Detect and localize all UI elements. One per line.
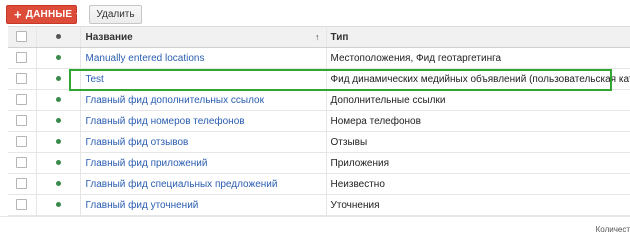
row-checkbox[interactable]: [16, 52, 28, 64]
feed-name-link[interactable]: Manually entered locations: [86, 53, 205, 64]
feed-name-link[interactable]: Главный фид отзывов: [86, 137, 189, 148]
status-dot-icon: [55, 34, 61, 40]
feed-type: Фид динамических медийных объявлений (по…: [326, 68, 630, 90]
status-dot-icon: [55, 97, 61, 103]
row-count-label: Количест: [595, 225, 630, 234]
status-dot-icon: [55, 139, 61, 145]
status-dot-icon: [55, 181, 61, 187]
status-dot-icon: [55, 55, 61, 61]
row-checkbox[interactable]: [16, 94, 28, 106]
feed-type: Уточнения: [326, 194, 630, 216]
select-all-checkbox[interactable]: [16, 31, 28, 43]
table-row: Главный фид уточнений Уточнения: [8, 194, 630, 216]
feed-name-link[interactable]: Главный фид уточнений: [86, 200, 199, 211]
feeds-table: Название ↑ Тип Manually entered location…: [8, 26, 630, 216]
feed-type: Дополнительные ссылки: [326, 89, 630, 111]
row-checkbox[interactable]: [16, 73, 28, 85]
table-row: Manually entered locations Местоположени…: [8, 47, 630, 69]
table-row: Главный фид отзывов Отзывы: [8, 131, 630, 153]
feed-type: Неизвестно: [326, 173, 630, 195]
sort-ascending-icon: ↑: [315, 32, 320, 42]
select-all-cell: [8, 26, 37, 48]
feed-type: Приложения: [326, 152, 630, 174]
row-checkbox[interactable]: [16, 115, 28, 127]
table-row: Главный фид номеров телефонов Номера тел…: [8, 110, 630, 132]
data-menu-button[interactable]: + ДАННЫЕ: [6, 5, 83, 24]
data-menu-label: ДАННЫЕ: [25, 9, 73, 20]
chevron-down-icon: [76, 12, 83, 17]
table-row: Test Фид динамических медийных объявлени…: [8, 68, 630, 90]
plus-icon: +: [14, 7, 22, 22]
status-column-header[interactable]: [36, 26, 81, 48]
row-checkbox[interactable]: [16, 199, 28, 211]
table-row: Главный фид приложений Приложения: [8, 152, 630, 174]
name-column-label: Название: [85, 31, 133, 43]
feed-type: Номера телефонов: [326, 110, 630, 132]
table-footer: Количест: [0, 216, 630, 241]
row-checkbox[interactable]: [16, 157, 28, 169]
status-dot-icon: [55, 160, 61, 166]
feed-type: Отзывы: [326, 131, 630, 153]
table-header-row: Название ↑ Тип: [8, 26, 630, 48]
status-dot-icon: [55, 76, 61, 82]
feed-name-link[interactable]: Главный фид приложений: [86, 158, 208, 169]
status-dot-icon: [55, 202, 61, 208]
delete-button[interactable]: Удалить: [89, 5, 142, 24]
feed-type: Местоположения, Фид геотаргетинга: [326, 47, 630, 69]
feed-name-link[interactable]: Главный фид специальных предложений: [86, 179, 278, 190]
row-checkbox[interactable]: [16, 136, 28, 148]
name-column-header[interactable]: Название ↑: [80, 26, 327, 48]
feed-name-link[interactable]: Test: [86, 74, 104, 85]
table-row: Главный фид дополнительных ссылок Дополн…: [8, 89, 630, 111]
row-checkbox[interactable]: [16, 178, 28, 190]
table-row: Главный фид специальных предложений Неиз…: [8, 173, 630, 195]
feed-name-link[interactable]: Главный фид дополнительных ссылок: [86, 95, 264, 106]
status-dot-icon: [55, 118, 61, 124]
type-column-header[interactable]: Тип: [326, 26, 630, 48]
feed-name-link[interactable]: Главный фид номеров телефонов: [86, 116, 245, 127]
